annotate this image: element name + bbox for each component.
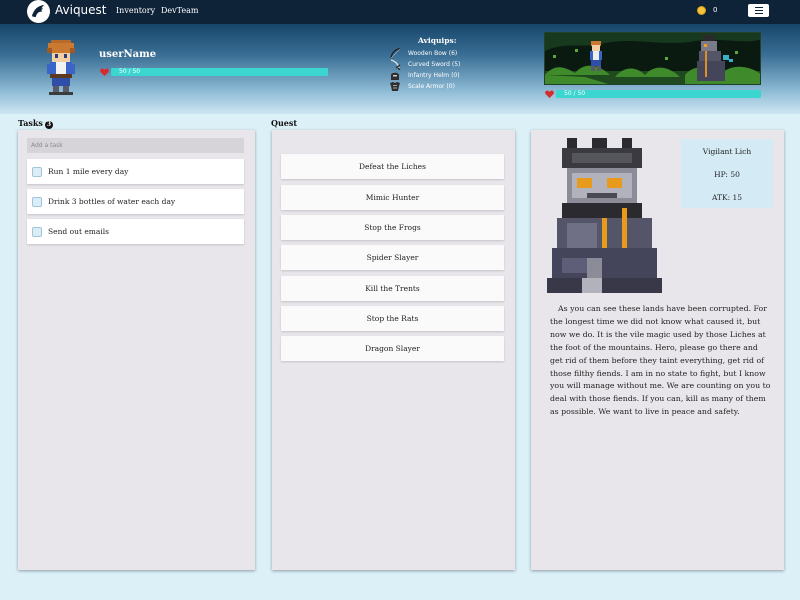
heart-icon [100,68,109,76]
hamburger-menu-button[interactable] [748,4,769,17]
quest-item[interactable]: Stop the Frogs [281,215,504,240]
tasks-heading: Tasks 3 [18,118,53,129]
armor-icon [390,82,400,91]
player-name: userName [99,49,157,60]
battle-scene [544,32,761,85]
tasks-panel: Run 1 mile every day Drink 3 bottles of … [18,130,255,570]
sword-icon [390,59,401,70]
quest-story-text: As you can see these lands have been cor… [550,304,771,417]
equip-item[interactable]: Scale Armor (0) [389,81,455,92]
equip-item[interactable]: Infantry Helm (0) [389,70,460,81]
equip-item[interactable]: Curved Sword (5) [389,59,460,70]
heart-icon [545,90,554,98]
nav-link-devteam[interactable]: DevTeam [161,6,198,15]
quest-panel: Defeat the Liches Mimic Hunter Stop the … [272,130,515,570]
hero-avatar [44,40,78,100]
equip-item[interactable]: Wooden Bow (6) [389,48,457,59]
coin-icon [697,6,706,15]
player-hp-text: 50 / 50 [119,68,141,75]
quest-item[interactable]: Dragon Slayer [281,336,504,361]
navbar: Aviquest Inventory DevTeam 0 [0,0,800,24]
quest-item[interactable]: Mimic Hunter [281,185,504,210]
helm-icon [391,72,399,80]
player-hp-bar: 50 / 50 [111,68,328,76]
quest-heading: Quest [271,118,298,128]
quest-item[interactable]: Kill the Trents [281,276,504,301]
app-title[interactable]: Aviquest [55,3,107,17]
task-checkbox[interactable] [32,226,42,237]
quest-item[interactable]: Stop the Rats [281,306,504,331]
coin-count: 0 [713,6,718,14]
task-checkbox[interactable] [32,166,42,177]
task-count-badge: 3 [44,121,53,129]
enemy-hp-bar: 50 / 50 [556,90,761,98]
dragon-logo-icon[interactable] [27,0,50,23]
task-item[interactable]: Send out emails [27,219,244,244]
add-task-input[interactable] [27,138,244,153]
quest-item[interactable]: Defeat the Liches [281,154,504,179]
aviquips-title: Aviquips: [418,36,457,45]
enemy-atk: ATK: 15 [711,193,743,202]
quest-item[interactable]: Spider Slayer [281,245,504,270]
task-item[interactable]: Run 1 mile every day [27,159,244,184]
enemy-panel: Vigilant Lich HP: 50 ATK: 15 As you can … [531,130,784,570]
enemy-hp-text: 50 / 50 [564,90,586,97]
task-checkbox[interactable] [32,196,42,207]
lich-sprite [547,138,667,297]
task-item[interactable]: Drink 3 bottles of water each day [27,189,244,214]
enemy-hp: HP: 50 [714,170,740,179]
enemy-stats-card: Vigilant Lich HP: 50 ATK: 15 [681,139,773,208]
player-header: userName 50 / 50 Aviquips: Wooden Bow (6… [0,24,800,114]
enemy-name: Vigilant Lich [702,147,752,156]
nav-link-inventory[interactable]: Inventory [116,6,155,15]
bow-icon [390,48,401,59]
